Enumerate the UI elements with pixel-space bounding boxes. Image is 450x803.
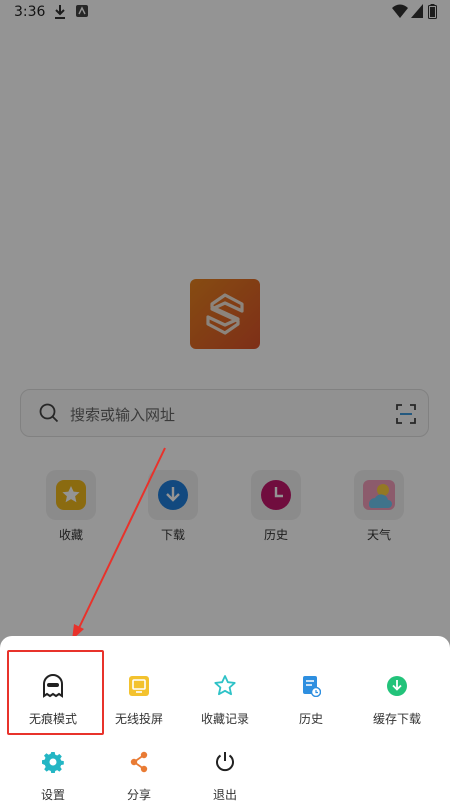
browser-home-screen: 3:36 搜索或输入网址 收藏 下载 历史 天气 无痕模式 无线投屏 收藏记录 … [0, 0, 450, 803]
share-icon [130, 751, 148, 773]
menu-item-exit-label: 退出 [212, 788, 237, 802]
download-circle-icon [387, 676, 407, 696]
menu-item-cache-download[interactable]: 缓存下载 [352, 672, 442, 727]
menu-item-screen-cast-label: 无线投屏 [114, 712, 163, 726]
history-doc-icon [303, 676, 321, 697]
menu-item-history[interactable]: 历史 [266, 672, 356, 727]
menu-item-bookmarks-label: 收藏记录 [200, 712, 249, 726]
menu-item-bookmarks[interactable]: 收藏记录 [180, 672, 270, 727]
menu-item-cache-download-label: 缓存下载 [372, 712, 421, 726]
menu-item-share-label: 分享 [126, 788, 151, 802]
star-outline-icon [214, 675, 236, 696]
gear-icon [42, 752, 64, 773]
menu-item-share[interactable]: 分享 [94, 748, 184, 803]
menu-item-settings[interactable]: 设置 [8, 748, 98, 803]
annotation-highlight-box [7, 650, 104, 735]
cast-icon [129, 676, 149, 696]
power-icon [216, 752, 234, 772]
menu-item-settings-label: 设置 [40, 788, 65, 802]
menu-item-screen-cast[interactable]: 无线投屏 [94, 672, 184, 727]
menu-item-exit[interactable]: 退出 [180, 748, 270, 803]
menu-item-history-label: 历史 [298, 712, 323, 726]
